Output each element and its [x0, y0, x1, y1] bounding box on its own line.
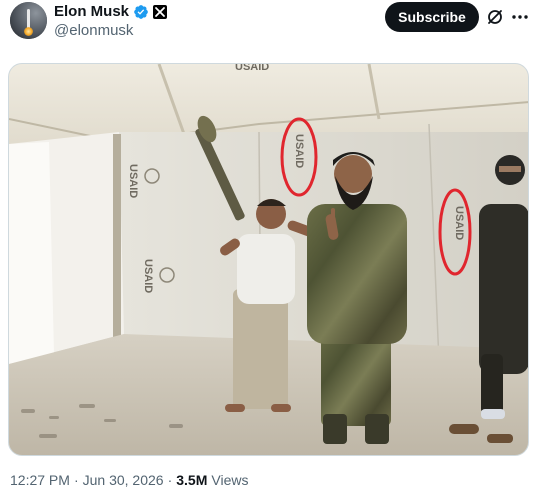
tweet-time[interactable]: 12:27 PM	[10, 471, 70, 489]
verified-badge-icon	[133, 4, 149, 20]
grok-icon[interactable]	[486, 8, 504, 26]
tent-print-text: USAID	[142, 259, 154, 293]
x-logo-icon	[153, 5, 168, 19]
author-name-row: Elon Musk	[54, 3, 168, 21]
more-icon[interactable]	[511, 8, 529, 26]
tweet-metadata: 12:27 PM · Jun 30, 2026 · 3.5M Views	[10, 471, 248, 489]
tweet-photo[interactable]: USAID USAID USAID USAID USAID	[8, 63, 529, 456]
tent-print-text: USAID	[453, 206, 465, 240]
author-handle[interactable]: @elonmusk	[54, 22, 133, 40]
separator-dot: ·	[73, 472, 79, 488]
views-label: Views	[211, 472, 249, 488]
author-display-name[interactable]: Elon Musk	[54, 3, 129, 21]
views-count: 3.5M	[176, 472, 208, 488]
subscribe-button[interactable]: Subscribe	[385, 2, 479, 32]
tent-print-text: USAID	[235, 64, 269, 73]
tweet-date[interactable]: Jun 30, 2026	[83, 471, 164, 489]
avatar[interactable]	[10, 2, 47, 39]
tent-print-text: USAID	[293, 134, 305, 168]
separator-dot: ·	[167, 472, 173, 488]
tent-print-text: USAID	[127, 164, 139, 198]
tweet-card: Elon Musk @elonmusk Subscribe USAID USAI…	[0, 0, 545, 500]
